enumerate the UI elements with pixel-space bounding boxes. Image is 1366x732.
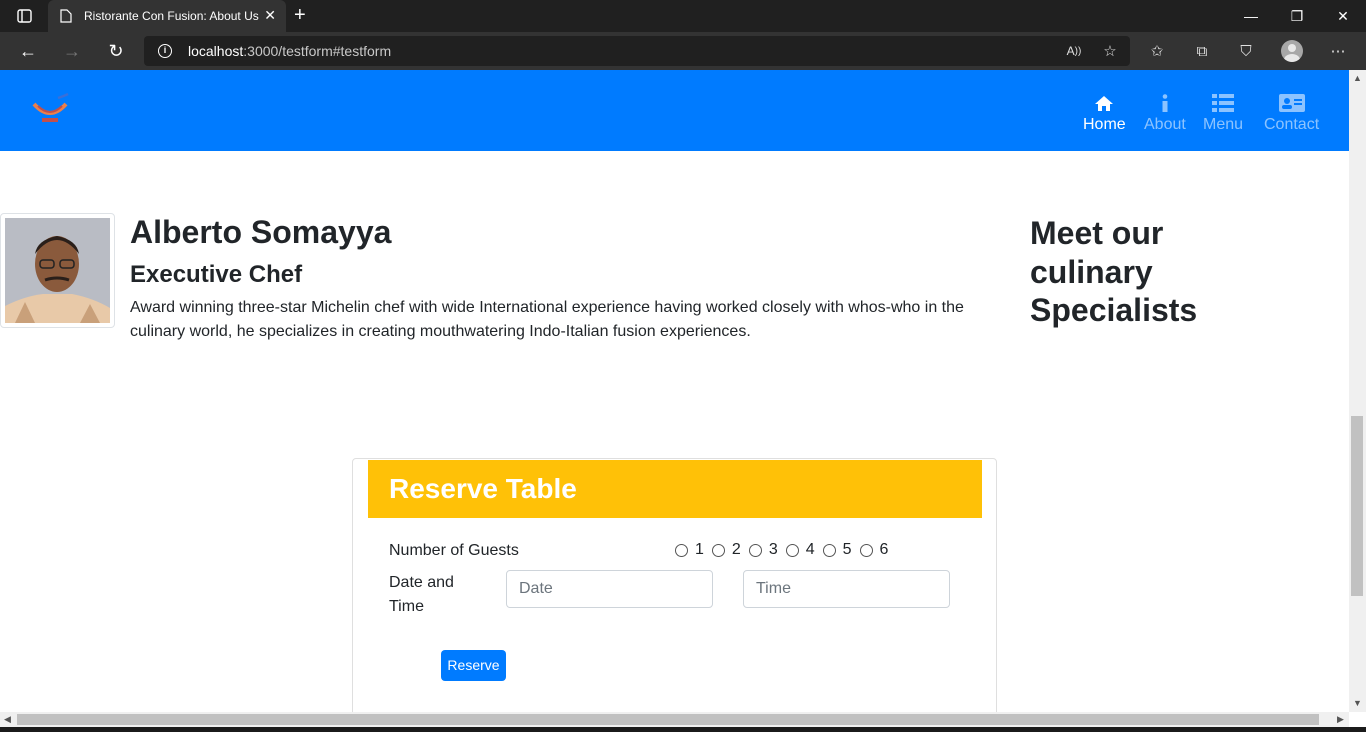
url-path: :3000/testform#testform xyxy=(243,43,392,59)
nav-about[interactable]: About xyxy=(1144,90,1186,134)
guest-option-label: 4 xyxy=(805,541,815,558)
read-aloud-icon[interactable]: A)) xyxy=(1064,42,1084,60)
nav-label: Menu xyxy=(1203,116,1244,133)
guest-option-6[interactable]: 6 xyxy=(859,541,889,559)
tab-actions-icon[interactable] xyxy=(10,7,38,25)
guest-option-3[interactable]: 3 xyxy=(748,541,778,559)
url-host: localhost xyxy=(188,43,244,59)
tab-title: Ristorante Con Fusion: About Us xyxy=(84,9,259,23)
close-window-icon[interactable]: ✕ xyxy=(1320,0,1366,32)
guest-option-4[interactable]: 4 xyxy=(785,541,815,559)
radio-circle[interactable] xyxy=(822,543,836,557)
page-viewport: Home About Menu Contact Alberto Somayya … xyxy=(0,70,1349,712)
browser-tab-bar: Ristorante Con Fusion: About Us ✕ + — ❐ … xyxy=(0,0,1366,32)
info-icon xyxy=(1144,90,1186,112)
extensions-icon[interactable]: ⛉ xyxy=(1236,42,1256,60)
radio-circle[interactable] xyxy=(785,543,799,557)
address-bar-row: ← → ↻ localhost:3000/testform#testform i… xyxy=(0,32,1366,70)
collections-icon[interactable]: ⧉ xyxy=(1192,42,1212,60)
guest-option-1[interactable]: 1 xyxy=(675,541,704,559)
nav-contact[interactable]: Contact xyxy=(1264,90,1319,134)
restore-icon[interactable]: ❐ xyxy=(1274,0,1320,32)
guest-option-label: 1 xyxy=(695,541,704,558)
datetime-label: Date and Time xyxy=(389,574,454,615)
radio-circle[interactable] xyxy=(748,543,762,557)
specialists-heading: Meet our culinary Specialists xyxy=(1030,215,1198,328)
guest-option-label: 5 xyxy=(842,541,852,558)
guest-option-label: 2 xyxy=(731,541,741,558)
url-field[interactable]: localhost:3000/testform#testform xyxy=(144,36,1130,66)
chef-title: Executive Chef xyxy=(130,261,303,288)
horizontal-scroll-thumb[interactable] xyxy=(17,714,1319,725)
forward-icon[interactable]: → xyxy=(60,40,84,62)
restaurant-logo[interactable] xyxy=(28,92,72,128)
chef-photo xyxy=(0,213,115,328)
back-icon[interactable]: ← xyxy=(16,40,40,62)
scroll-up-icon[interactable]: ▲ xyxy=(1353,73,1362,83)
new-tab-icon[interactable]: + xyxy=(294,4,306,27)
nav-label: Contact xyxy=(1264,116,1320,133)
scroll-down-icon[interactable]: ▼ xyxy=(1353,698,1362,708)
guest-option-label: 6 xyxy=(879,541,889,558)
refresh-icon[interactable]: ↻ xyxy=(104,40,128,62)
radio-circle[interactable] xyxy=(675,543,688,557)
guest-option-2[interactable]: 2 xyxy=(711,541,741,559)
radio-circle[interactable] xyxy=(859,543,873,557)
nav-label: Home xyxy=(1083,116,1126,133)
date-input[interactable]: Date xyxy=(506,570,713,608)
radio-circle[interactable] xyxy=(711,543,725,557)
profile-avatar[interactable] xyxy=(1281,40,1303,62)
document-icon xyxy=(60,9,72,26)
browser-tab[interactable]: Ristorante Con Fusion: About Us ✕ xyxy=(48,0,286,32)
guest-option-5[interactable]: 5 xyxy=(822,541,852,559)
scroll-left-icon[interactable]: ◀ xyxy=(4,714,11,725)
nav-menu[interactable]: Menu xyxy=(1203,90,1243,134)
guest-option-label: 3 xyxy=(768,541,778,558)
navbar: Home About Menu Contact xyxy=(0,70,1349,151)
add-favorite-icon[interactable]: ☆ xyxy=(1100,42,1120,60)
guests-label: Number of Guests xyxy=(389,542,519,559)
guests-radio-group: 1 2 3 4 5 6 xyxy=(675,541,896,559)
list-icon xyxy=(1203,90,1243,112)
reserve-button[interactable]: Reserve xyxy=(441,650,506,681)
time-input[interactable]: Time xyxy=(743,570,950,608)
chef-name: Alberto Somayya xyxy=(130,214,392,250)
home-icon xyxy=(1083,90,1126,112)
taskbar-strip xyxy=(0,727,1366,732)
nav-home[interactable]: Home xyxy=(1083,90,1126,134)
reserve-card-header: Reserve Table xyxy=(368,460,982,518)
site-info-icon[interactable]: i xyxy=(158,44,172,58)
close-tab-icon[interactable]: ✕ xyxy=(264,7,276,24)
vertical-scrollbar[interactable] xyxy=(1349,70,1366,712)
minimize-icon[interactable]: — xyxy=(1228,0,1274,32)
nav-label: About xyxy=(1144,116,1186,133)
vertical-scroll-thumb[interactable] xyxy=(1351,416,1363,596)
more-icon[interactable]: ⋯ xyxy=(1328,42,1348,60)
address-card-icon xyxy=(1264,90,1319,112)
favorites-icon[interactable]: ✩ xyxy=(1147,42,1167,60)
chef-description: Award winning three-star Michelin chef w… xyxy=(130,299,964,340)
scroll-right-icon[interactable]: ▶ xyxy=(1337,714,1344,725)
